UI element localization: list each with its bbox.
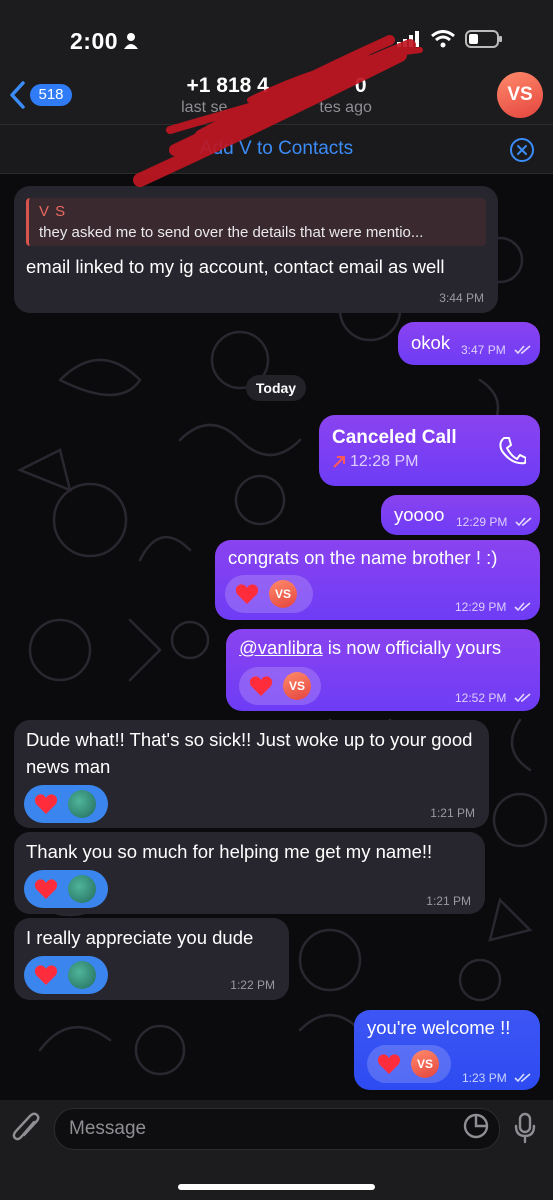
read-ticks-icon xyxy=(514,602,531,612)
message-text: you're welcome !! xyxy=(367,1017,511,1038)
call-title: Canceled Call xyxy=(332,427,457,448)
add-contact-bar: Add V to Contacts xyxy=(0,124,553,174)
message-time: 3:44 PM xyxy=(439,291,484,305)
call-time: 12:28 PM xyxy=(350,453,419,470)
reply-quote[interactable]: V S they asked me to send over the detai… xyxy=(26,198,486,246)
message-text: Thank you so much for helping me get my … xyxy=(26,841,433,862)
phone-icon[interactable] xyxy=(498,435,526,465)
reaction-avatar: VS xyxy=(283,672,311,700)
message-bubble-outgoing[interactable]: okok 3:47 PM xyxy=(398,322,540,365)
message-text: Dude what!! That's so sick!! Just woke u… xyxy=(26,729,473,777)
last-seen-text: last se xyxy=(181,99,228,116)
reaction-avatar: VS xyxy=(269,580,297,608)
message-bubble-outgoing[interactable]: you're welcome !! VS 1:23 PM xyxy=(354,1010,540,1090)
person-icon xyxy=(124,33,138,49)
message-input-placeholder: Message xyxy=(69,1118,147,1139)
reaction-pill[interactable]: VS xyxy=(239,667,321,705)
message-time: 12:52 PM xyxy=(455,691,507,705)
contact-avatar[interactable]: VS xyxy=(497,72,543,118)
reply-text: they asked me to send over the details t… xyxy=(39,224,424,241)
heart-icon xyxy=(377,1054,401,1074)
wifi-icon xyxy=(431,30,455,48)
read-ticks-icon xyxy=(514,693,531,703)
message-time: 12:29 PM xyxy=(455,600,507,614)
message-time: 1:23 PM xyxy=(462,1071,507,1085)
message-bubble-incoming[interactable]: V S they asked me to send over the detai… xyxy=(14,186,498,313)
message-text-rest: is now officially yours xyxy=(322,637,502,658)
contact-name-tail: 0 xyxy=(354,74,367,97)
message-input[interactable]: Message xyxy=(54,1108,500,1150)
message-text: @vanlibra is now officially yours xyxy=(239,634,501,661)
reaction-avatar xyxy=(68,790,96,818)
read-ticks-icon xyxy=(514,1073,531,1083)
reply-sender: V S xyxy=(39,203,67,220)
message-input-bar: Message xyxy=(0,1100,553,1200)
contact-name[interactable]: +1 818 4 0 xyxy=(0,74,553,98)
date-separator: Today xyxy=(246,375,306,401)
message-text: yoooo xyxy=(394,504,445,525)
reaction-pill[interactable] xyxy=(24,785,108,823)
reaction-pill[interactable] xyxy=(24,956,108,994)
call-bubble[interactable]: Canceled Call 12:28 PM xyxy=(319,415,540,486)
reaction-avatar xyxy=(68,961,96,989)
missed-call-arrow-icon xyxy=(333,456,345,468)
home-indicator[interactable] xyxy=(178,1184,375,1190)
message-text: email linked to my ig account, contact e… xyxy=(26,256,445,277)
reaction-pill[interactable] xyxy=(24,870,108,908)
username-mention[interactable]: @vanlibra xyxy=(239,637,323,658)
message-time: 1:21 PM xyxy=(430,806,475,820)
reaction-avatar: VS xyxy=(411,1050,439,1078)
last-seen-tail: tes ago xyxy=(319,99,372,116)
message-text: congrats on the name brother ! :) xyxy=(228,547,498,568)
heart-icon xyxy=(249,676,273,696)
sticker-icon[interactable] xyxy=(462,1112,490,1140)
message-bubble-outgoing[interactable]: yoooo 12:29 PM xyxy=(381,495,540,535)
close-circle-icon[interactable] xyxy=(509,137,535,163)
message-time: 1:22 PM xyxy=(230,978,275,992)
last-seen-status: last se tes ago xyxy=(0,99,553,117)
heart-icon xyxy=(34,965,58,985)
reaction-pill[interactable]: VS xyxy=(367,1045,451,1083)
heart-icon xyxy=(235,584,259,604)
read-ticks-icon xyxy=(515,517,532,527)
reaction-avatar xyxy=(68,875,96,903)
message-bubble-outgoing[interactable]: congrats on the name brother ! :) VS 12:… xyxy=(215,540,540,620)
reaction-pill[interactable]: VS xyxy=(225,575,313,613)
message-bubble-incoming[interactable]: I really appreciate you dude 1:22 PM xyxy=(14,918,289,1000)
message-time: 1:21 PM xyxy=(426,894,471,908)
add-to-contacts-link[interactable]: Add V to Contacts xyxy=(0,138,553,160)
status-time: 2:00 xyxy=(70,28,119,54)
message-time: 3:47 PM xyxy=(461,343,506,357)
signal-icon xyxy=(397,31,419,47)
message-bubble-incoming[interactable]: Dude what!! That's so sick!! Just woke u… xyxy=(14,720,489,828)
chat-header: 518 +1 818 40 last se tes ago VS xyxy=(0,66,553,124)
message-bubble-outgoing[interactable]: @vanlibra is now officially yours VS 12:… xyxy=(226,629,540,711)
status-icons xyxy=(397,30,503,48)
message-bubble-incoming[interactable]: Thank you so much for helping me get my … xyxy=(14,832,485,914)
battery-icon xyxy=(465,30,502,48)
paperclip-icon[interactable] xyxy=(12,1112,42,1146)
message-text: I really appreciate you dude xyxy=(26,927,254,948)
read-ticks-icon xyxy=(514,345,531,355)
contact-name-text: +1 818 4 xyxy=(186,74,269,97)
message-time: 12:29 PM xyxy=(456,515,508,529)
microphone-icon[interactable] xyxy=(513,1112,537,1144)
message-text: okok xyxy=(411,332,451,353)
heart-icon xyxy=(34,794,58,814)
heart-icon xyxy=(34,879,58,899)
